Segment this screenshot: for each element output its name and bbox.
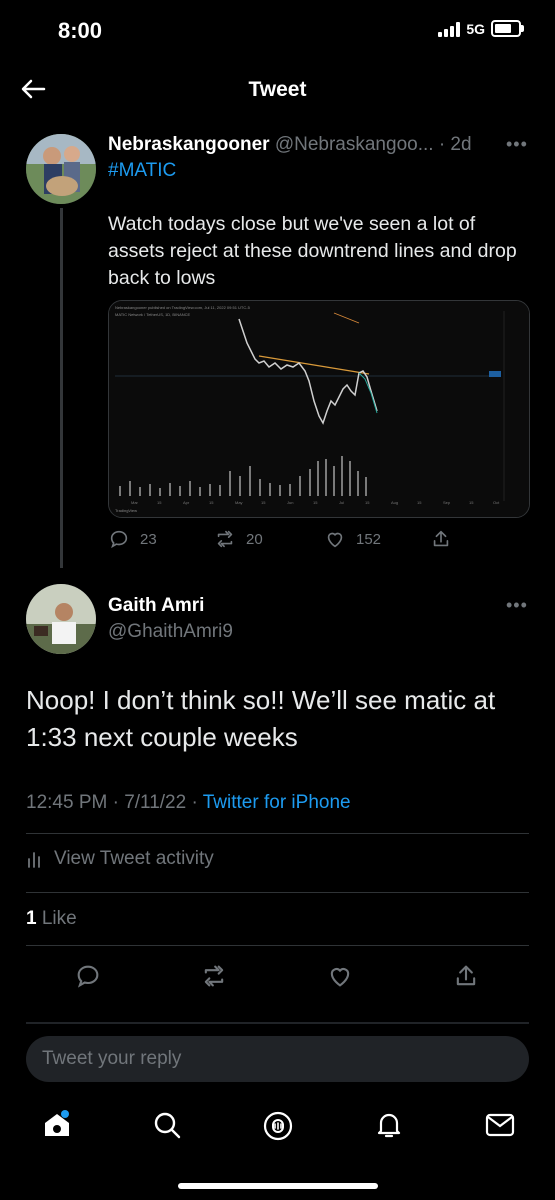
reply-composer-placeholder: Tweet your reply [42,1048,182,1069]
like-action[interactable]: 152 [324,528,381,550]
activity-icon [28,852,40,868]
home-indicator [178,1183,378,1189]
chart-image[interactable]: Nebraskangooner published on TradingView… [108,300,530,518]
chart-header: Nebraskangooner published on TradingView… [115,305,251,310]
reply-like-count: 1 [26,908,37,929]
divider [26,1022,529,1024]
tab-notifications[interactable] [374,1110,404,1145]
like-icon [330,968,350,987]
chart-x-label-13: 15 [469,500,474,505]
notifications-icon [377,1113,401,1138]
tab-search[interactable] [152,1110,182,1145]
tweet-header: Nebraskangooner @Nebraskangoo... · 2d [108,134,472,156]
activity-label: View Tweet activity [54,848,214,869]
chart-x-label-9: 15 [365,500,370,505]
reply-source-link[interactable]: Twitter for iPhone [203,792,351,813]
chart-x-label-0: Mar [131,500,139,505]
avatar-nebraskangooner[interactable] [26,134,96,204]
chart-x-label-2: Apr [183,500,190,505]
tweet-text: Watch todays close but we've seen a lot … [108,213,517,289]
retweet-action[interactable]: 20 [214,528,263,550]
thread-line [60,208,63,568]
reply-author-handle[interactable]: @GhaithAmri9 [108,621,233,643]
signal-icon [438,21,461,37]
battery-icon [491,20,524,37]
chart-watermark: TradingView [115,508,137,513]
avatar-gaith-amri[interactable] [26,584,96,654]
retweet-count: 20 [246,530,263,548]
reply-likes[interactable]: 1 Like [26,908,77,930]
search-icon [154,1112,181,1139]
reply-author-name[interactable]: Gaith Amri [108,595,204,617]
chart-x-label-1: 15 [157,500,162,505]
divider [26,945,529,946]
tab-home[interactable] [40,1108,74,1147]
hashtag-link[interactable]: #MATIC [108,160,176,182]
tab-messages[interactable] [484,1110,516,1145]
author-handle[interactable]: @Nebraskangoo... [275,134,434,155]
chart-x-label-11: 15 [417,500,422,505]
share-action[interactable] [430,528,452,550]
network-label: 5G [466,20,485,37]
chart-x-label-4: May [235,500,243,505]
author-name[interactable]: Nebraskangooner [108,134,270,155]
tweet-time: · 2d [438,134,472,155]
chart-x-label-12: Sep [443,500,451,505]
page-title: Tweet [248,78,307,101]
chart-subtitle: MATIC Network / TetherUS, 1D, BINANCE [115,312,191,317]
reply-like-button[interactable] [326,962,354,995]
reply-timestamp: 12:45 PM · 7/11/22 · [26,792,198,813]
reply-icon [77,965,99,988]
chart-x-label-3: 15 [209,500,214,505]
chart-x-label-8: Jul [339,500,344,505]
like-count: 152 [356,530,382,548]
reply-more-icon[interactable]: ••• [506,595,528,616]
reply-meta: 12:45 PM · 7/11/22 · Twitter for iPhone [26,792,351,814]
divider [26,892,529,893]
messages-icon [485,1113,515,1137]
chart-x-label-5: 15 [261,500,266,505]
reply-reply-button[interactable] [74,962,102,995]
divider [26,833,529,834]
reply-action[interactable]: 23 [108,528,157,550]
chart-x-label-6: Jun [287,500,293,505]
reply-share-button[interactable] [452,962,480,995]
chart-x-label-14: Oct [493,500,500,505]
more-icon[interactable]: ••• [506,134,528,155]
status-indicators: 5G [438,20,524,37]
reply-composer-input[interactable]: Tweet your reply [26,1036,529,1082]
status-time: 8:00 [58,18,103,43]
reply-icon [110,530,128,549]
reply-retweet-button[interactable] [200,962,228,995]
spaces-icon [263,1111,293,1141]
share-icon [433,530,449,547]
view-tweet-activity[interactable]: View Tweet activity [26,848,214,870]
home-icon [45,1110,69,1136]
reply-count: 23 [140,530,157,548]
retweet-icon [217,530,233,548]
retweet-icon [204,965,224,987]
reply-like-label: Like [41,908,77,929]
chart-x-label-7: 15 [313,500,318,505]
share-icon [456,965,476,986]
chart-x-label-10: Aug [391,500,398,505]
tab-spaces[interactable] [262,1110,294,1147]
like-icon [327,532,343,548]
reply-text: Noop! I don’t think so!! We’ll see matic… [26,685,496,752]
